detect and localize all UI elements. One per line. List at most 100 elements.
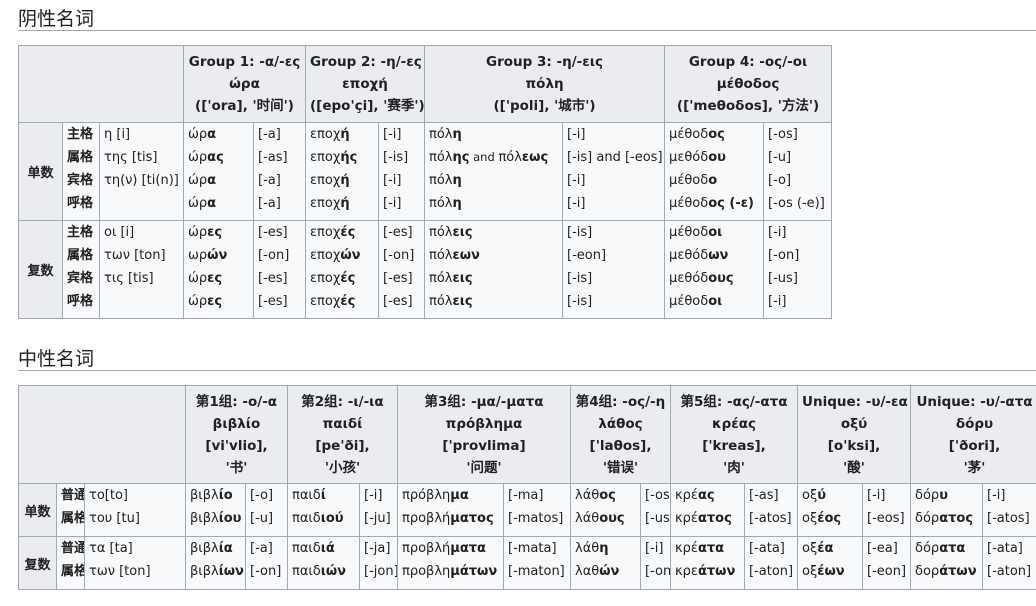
stem: μέθοδ [669,173,709,188]
group-header-line: Group 2: -η/-ες [310,54,422,70]
stem: πόλ [429,196,453,211]
noun-form: λάθους [575,507,636,530]
ending: ίο [218,488,233,503]
pronunciation: [-a] [250,541,273,556]
group-header-line: εποχή [342,76,388,92]
ending: ών [599,564,620,579]
form-cell: παιδί παιδιού [287,483,360,537]
stem: εποχ [310,150,341,165]
pronunciation: [-mata] [508,541,557,556]
group-header-line: (['poli], '城市') [493,98,596,114]
group-header-line: Group 4: -ος/-οι [688,54,808,70]
stem: μέθοδ [669,196,709,211]
article: τις [tis] [104,271,154,286]
ending: εις [452,225,473,240]
pronunciation: [-i] [645,541,664,556]
group-header-line: '茅' [963,459,986,476]
noun-form: οξέων [802,560,858,583]
noun-form: βιβλίου [190,507,241,530]
pronunciation: [-on] [768,248,800,263]
pronunciation: [-eos] [867,511,905,526]
pronunciation: [-us] [645,511,670,526]
stem: πόλ [429,173,453,188]
form-cell: εποχές εποχών εποχές εποχές [305,220,380,319]
stem: προβλή [402,541,451,556]
group-header: 第4组: -ος/-η λάθος ['laθos], '错误' [570,385,671,484]
group-header-line: βιβλίο [212,415,261,432]
pronunciation: [-es] [258,294,288,309]
pronunciation: [-maton] [508,564,565,579]
ending: ών [340,248,361,263]
pronunciation-cell: [-i] [-on] [-us] [-i] [763,220,833,319]
noun-form: μέθοδος (-ε) [669,192,759,215]
pronunciation: [-i] [383,127,402,142]
case-label: 属格 [67,248,94,263]
pronunciation-cell: [-ea] [-eon] [862,536,912,590]
group-header-line: 第1组: -ο/-α [195,393,278,410]
pronunciation: [-a] [258,196,281,211]
pronunciation: [-is] [567,271,593,286]
case-label: 普通 [61,541,85,556]
group-header-line: ([epo'çi], '赛季') [310,98,425,114]
noun-form: δόρατα [915,538,978,561]
noun-form: πόλεις [429,222,558,245]
group-header-line: ['provlima] [442,437,526,454]
stem: μέθοδ [669,225,709,240]
group-header: Group 1: -α/-ες ώρα (['ora], '时间') [182,45,307,123]
ending: ους [708,271,734,286]
group-header-line: [o'ksi], [827,437,881,454]
ending: έος [817,511,842,526]
noun-form: προβλημάτων [402,560,499,583]
ending: ί [320,488,326,503]
pronunciation: [-atos] [749,511,792,526]
group-header-line: '书' [225,459,248,476]
pronunciation-cell: [-ma] [-matos] [503,483,571,537]
neuter-section-title: 中性名词 [18,348,95,370]
pronunciation: [-i] [383,196,402,211]
pronunciation: [-i] [567,173,586,188]
article [104,192,179,215]
stem: οξ [802,488,818,503]
corner-cell [18,45,184,123]
pronunciation: [-a] [258,127,281,142]
stem: πόλ [429,150,453,165]
pronunciation-cell: [-es] [-on] [-es] [-es] [252,220,307,319]
stem: ωρ [188,248,208,263]
group-header-line: Group 1: -α/-ες [188,54,301,70]
pronunciation: [-is] [383,150,409,165]
noun-form: δόρυ [915,485,978,508]
noun-form: βιβλίο [190,485,241,508]
pronunciation: [-ma] [508,488,544,503]
pronunciation-cell: [-i] [-is] [-i] [-i] [378,122,426,221]
noun-form: δόρατος [915,507,978,530]
article: τα [ta] [89,541,133,556]
article-cell: οι [i] των [ton] τις [tis] [99,220,184,319]
ending: ματος [450,511,494,526]
group-header: 第5组: -ας/-ατα κρέας ['kreas], '肉' [669,385,799,484]
form-cell: παιδιά παιδιών [287,536,360,590]
ending: ο [708,173,718,188]
ending: οι [708,294,723,309]
pronunciation: [-i] [768,225,787,240]
neuter-declension-table: 第1组: -ο/-α βιβλίο [vi'vlio], '书' 第2组: -ι/-ια… [18,385,1036,590]
ending: εως [521,150,549,165]
stem: παιδ [292,511,321,526]
pronunciation: [-us] [768,271,798,286]
group-header-line: ώρα [229,76,260,92]
case-label: 呼格 [67,196,94,211]
ending: έα [817,541,834,556]
ending: ατα [697,541,725,556]
stem: μέθοδ [669,127,709,142]
stem: εποχ [310,173,341,188]
stem: εποχ [310,248,341,263]
case-labels: 普通 属格 [56,536,85,590]
number-row: 复数 普通 属格 τα [ta] των [ton] βιβλία βιβλίων [-a][… [18,536,1036,590]
group-header: Unique: -υ/-ατα δόρυ ['ðori], '茅' [910,385,1036,484]
ending: α [207,127,217,142]
pronunciation-cell: [-os] [-us] [640,483,671,537]
stem: εποχ [310,271,341,286]
group-header: 第2组: -ι/-ια παιδί [pe'ði], '小孩' [287,385,398,484]
noun-form: μέθοδο [669,169,759,192]
ending: άτων [697,564,736,579]
pronunciation: [-es] [383,271,413,286]
